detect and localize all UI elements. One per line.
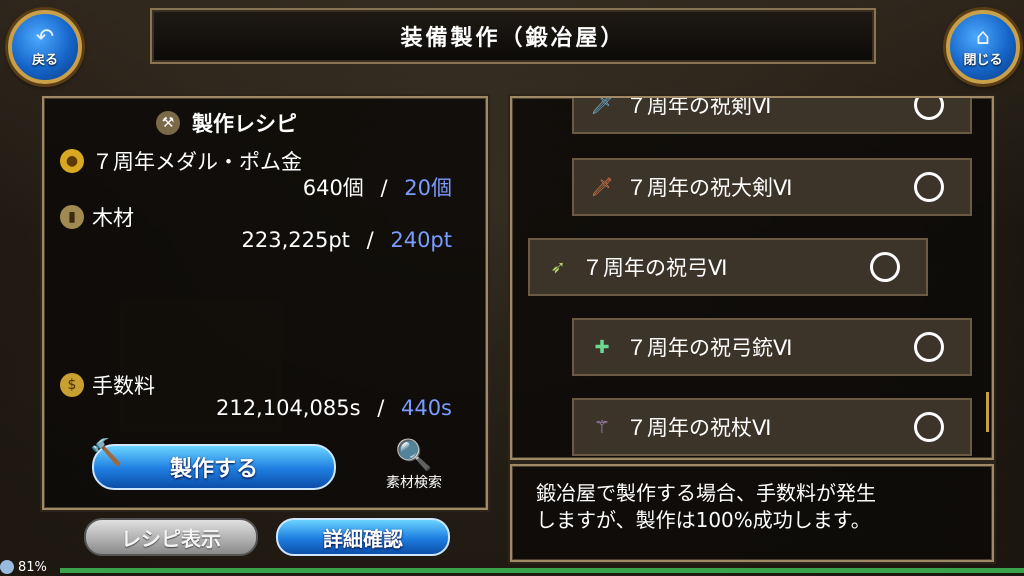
item-list-panel: 🗡 ７周年の祝剣Ⅵ 🗡 ７周年の祝大剣Ⅵ ➶ ７周年の祝弓Ⅵ ✚ ７周年の祝弓銃… [510, 96, 994, 460]
scrollbar[interactable] [986, 392, 989, 432]
wood-icon: ▮ [60, 205, 84, 229]
detail-confirm-button[interactable]: 詳細確認 [276, 518, 450, 556]
battery-icon [0, 560, 14, 574]
recipe-heading: 製作レシピ [192, 112, 297, 136]
select-circle[interactable] [914, 172, 944, 202]
battery-level: 81% [18, 559, 47, 575]
description-text: 鍛冶屋で製作する場合、手数料が発生 しますが、製作は100%成功します。 [536, 481, 876, 532]
material-name-wood: ▮ 木材 [60, 202, 134, 232]
list-item-greatsword[interactable]: 🗡 ７周年の祝大剣Ⅵ [572, 158, 972, 216]
craft-button-label: 製作する [169, 457, 258, 482]
recipe-header: ⚒ 製作レシピ [156, 108, 297, 138]
material-search-button[interactable]: 🔍 素材検索 [374, 440, 454, 492]
recipe-panel: ⚒ 製作レシピ ● ７周年メダル・ポム金 640個 / 20個 ▮ 木材 223… [42, 96, 488, 510]
sword-icon: 🗡 [590, 96, 614, 116]
list-item-bow[interactable]: ➶ ７周年の祝弓Ⅵ [528, 238, 928, 296]
recipe-display-button[interactable]: レシピ表示 [84, 518, 258, 556]
back-button[interactable]: ↶ 戻る [8, 10, 82, 84]
staff-icon: ⚚ [593, 416, 611, 438]
home-icon: ⌂ [976, 24, 990, 50]
greatsword-icon: 🗡 [590, 176, 614, 198]
status-bar: 81% [0, 558, 47, 576]
bottom-gauge [60, 568, 1024, 573]
select-circle[interactable] [870, 252, 900, 282]
select-circle[interactable] [914, 98, 944, 120]
recipe-book-icon: ⚒ [156, 111, 180, 135]
close-button-label: 閉じる [963, 52, 1003, 68]
fee-value: 212,104,085s / 440s [215, 396, 452, 420]
list-item-sword[interactable]: 🗡 ７周年の祝剣Ⅵ [572, 96, 972, 134]
material-value-wood: 223,225pt / 240pt [241, 228, 452, 252]
title-bar: 装備製作（鍛冶屋） [150, 8, 876, 64]
material-search-label: 素材検索 [386, 475, 442, 491]
select-circle[interactable] [914, 332, 944, 362]
material-name-medal: ● ７周年メダル・ポム金 [60, 146, 302, 176]
back-arrow-icon: ↶ [35, 24, 55, 50]
crossbow-icon: ✚ [594, 336, 610, 358]
close-button[interactable]: ⌂ 閉じる [946, 10, 1020, 84]
magnifier-icon: 🔍 [395, 438, 433, 473]
fee-name: $ 手数料 [60, 370, 155, 400]
page-title: 装備製作（鍛冶屋） [400, 26, 626, 51]
medal-icon: ● [60, 149, 84, 173]
description-panel: 鍛冶屋で製作する場合、手数料が発生 しますが、製作は100%成功します。 [510, 464, 994, 562]
select-circle[interactable] [914, 412, 944, 442]
list-item-crossbow[interactable]: ✚ ７周年の祝弓銃Ⅵ [572, 318, 972, 376]
hammer-icon: 🔨 [90, 438, 123, 468]
coin-icon: $ [60, 373, 84, 397]
craft-button[interactable]: 製作する [92, 444, 336, 490]
back-button-label: 戻る [31, 52, 58, 68]
bow-icon: ➶ [550, 256, 566, 278]
material-value-medal: 640個 / 20個 [302, 176, 452, 200]
list-item-staff[interactable]: ⚚ ７周年の祝杖Ⅵ [572, 398, 972, 456]
